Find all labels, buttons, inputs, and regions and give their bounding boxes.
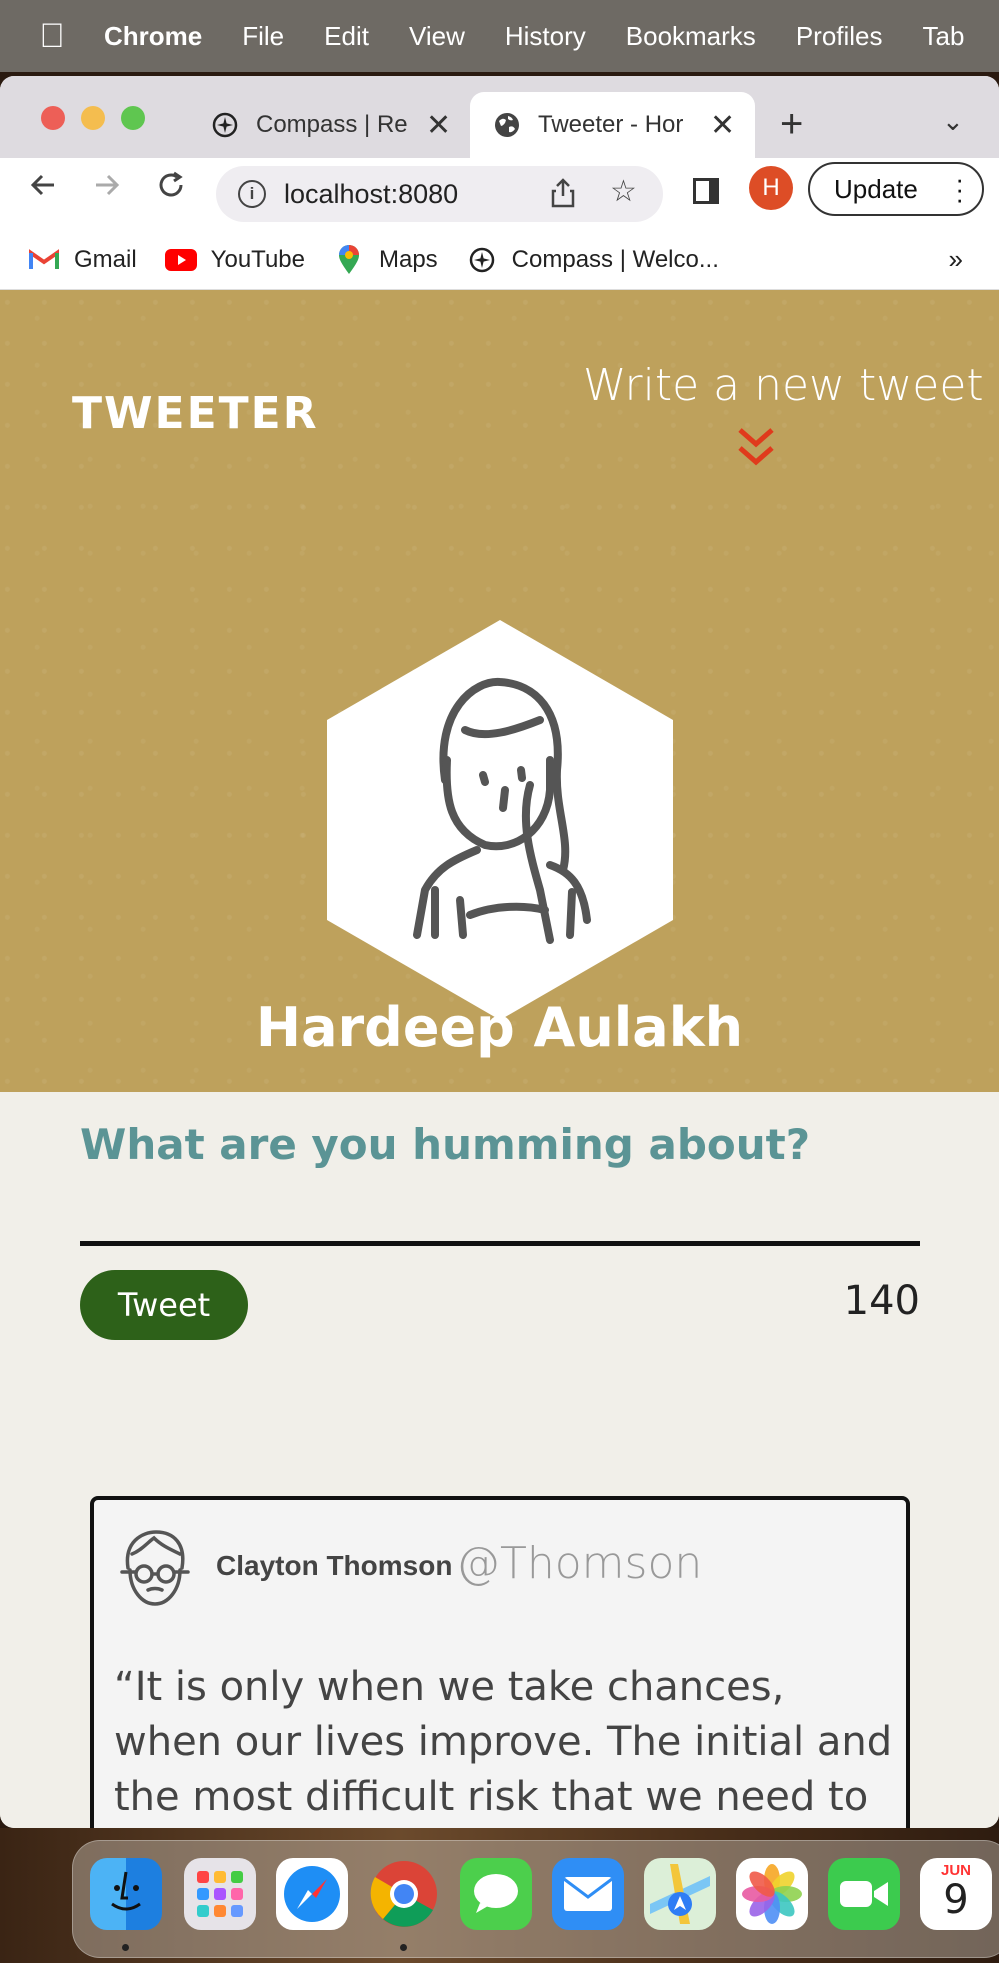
macos-menubar:  Chrome File Edit View History Bookmark…: [0, 0, 999, 72]
character-counter: 140: [843, 1278, 920, 1324]
brand-logo[interactable]: TWEETER: [72, 388, 319, 439]
calendar-icon[interactable]: JUN 9: [920, 1858, 992, 1930]
tab-title: Tweeter - Hor: [538, 111, 684, 138]
tweet-input[interactable]: [80, 1190, 920, 1246]
tweet-author-avatar-icon: [118, 1528, 192, 1617]
bookmark-star-icon[interactable]: ☆: [610, 174, 637, 209]
profile-avatar[interactable]: H: [749, 166, 793, 210]
close-window-button[interactable]: [41, 106, 65, 130]
bookmark-label: YouTube: [210, 245, 305, 273]
profile-header: TWEETER Write a new tweet Hardeep Aulakh: [0, 290, 999, 1092]
finder-icon[interactable]: [90, 1858, 162, 1930]
compass-icon: [466, 247, 498, 273]
update-label: Update: [834, 173, 918, 204]
tweet-body: “It is only when we take chances, when o…: [114, 1664, 893, 1820]
address-bar[interactable]: i localhost:8080 ☆: [216, 166, 663, 222]
menu-file[interactable]: File: [222, 21, 304, 52]
menu-view[interactable]: View: [389, 21, 485, 52]
double-chevron-down-icon[interactable]: [737, 426, 775, 473]
forward-arrow-icon[interactable]: [92, 170, 122, 209]
menu-app-name[interactable]: Chrome: [104, 21, 222, 52]
menu-profiles[interactable]: Profiles: [776, 21, 903, 52]
running-indicator: [122, 1944, 129, 1951]
new-tab-button[interactable]: +: [780, 102, 803, 147]
menu-tab[interactable]: Tab: [903, 21, 985, 52]
messages-icon[interactable]: [460, 1858, 532, 1930]
bookmark-compass[interactable]: Compass | Welco...: [466, 246, 719, 274]
bookmarks-overflow-icon[interactable]: »: [949, 244, 963, 275]
tweet-author-name: Clayton Thomson: [216, 1550, 453, 1581]
bookmark-label: Gmail: [74, 245, 137, 273]
side-panel-icon[interactable]: [693, 178, 719, 204]
menu-bookmarks[interactable]: Bookmarks: [606, 21, 776, 52]
chrome-icon[interactable]: [368, 1858, 440, 1930]
tweet-composer: What are you humming about? Tweet 140: [80, 1120, 920, 1340]
menu-edit[interactable]: Edit: [304, 21, 389, 52]
facetime-icon[interactable]: [828, 1858, 900, 1930]
tab-compass[interactable]: Compass | Re ✕: [200, 92, 465, 158]
globe-icon: [492, 110, 522, 140]
bookmark-label: Maps: [378, 245, 438, 273]
tab-search-chevron-icon[interactable]: ⌄: [942, 106, 964, 137]
tab-tweeter[interactable]: Tweeter - Hor ✕: [470, 92, 755, 158]
bookmark-youtube[interactable]: YouTube: [164, 245, 305, 274]
tab-strip: Compass | Re ✕ Tweeter - Hor ✕ + ⌄: [0, 76, 999, 158]
minimize-window-button[interactable]: [81, 106, 105, 130]
tab-close-icon[interactable]: ✕: [426, 108, 451, 143]
write-tweet-link[interactable]: Write a new tweet: [583, 360, 984, 411]
profile-user-name: Hardeep Aulakh: [255, 996, 744, 1059]
url-text[interactable]: localhost:8080: [284, 179, 458, 210]
safari-icon[interactable]: [276, 1858, 348, 1930]
site-info-icon[interactable]: i: [238, 180, 266, 208]
user-avatar: [325, 620, 675, 1025]
bookmark-label: Compass | Welco...: [511, 245, 719, 273]
maximize-window-button[interactable]: [121, 106, 145, 130]
menu-history[interactable]: History: [485, 21, 606, 52]
tweet-button[interactable]: Tweet: [80, 1270, 248, 1340]
launchpad-icon[interactable]: [184, 1858, 256, 1930]
reload-icon[interactable]: [156, 170, 186, 209]
web-page: TWEETER Write a new tweet Hardeep Aulakh…: [0, 290, 999, 1828]
bookmarks-bar: Gmail YouTube Maps Compass | Welco... »: [0, 230, 999, 290]
compass-icon: [210, 110, 240, 140]
share-icon[interactable]: [550, 178, 576, 215]
more-menu-icon[interactable]: · · ·: [955, 166, 964, 212]
running-indicator: [400, 1944, 407, 1951]
mail-icon[interactable]: [552, 1858, 624, 1930]
browser-window: Compass | Re ✕ Tweeter - Hor ✕ + ⌄ i loc…: [0, 76, 999, 1828]
bookmark-gmail[interactable]: Gmail: [28, 246, 137, 274]
update-button[interactable]: Update · · ·: [808, 162, 984, 216]
maps-app-icon[interactable]: [644, 1858, 716, 1930]
tweet-author-handle: @Thomson: [456, 1538, 703, 1589]
photos-icon[interactable]: [736, 1858, 808, 1930]
tweet-card: Clayton Thomson @Thomson “It is only whe…: [90, 1496, 910, 1828]
tab-close-icon[interactable]: ✕: [710, 108, 735, 143]
maps-icon: [333, 244, 365, 274]
gmail-icon: [28, 247, 60, 273]
composer-prompt: What are you humming about?: [80, 1120, 811, 1169]
tab-title: Compass | Re: [256, 111, 408, 138]
youtube-icon: [164, 247, 197, 273]
apple-menu-icon[interactable]: : [0, 17, 104, 56]
back-arrow-icon[interactable]: [28, 170, 58, 209]
bookmark-maps[interactable]: Maps: [333, 244, 438, 274]
calendar-day: 9: [943, 1877, 969, 1923]
